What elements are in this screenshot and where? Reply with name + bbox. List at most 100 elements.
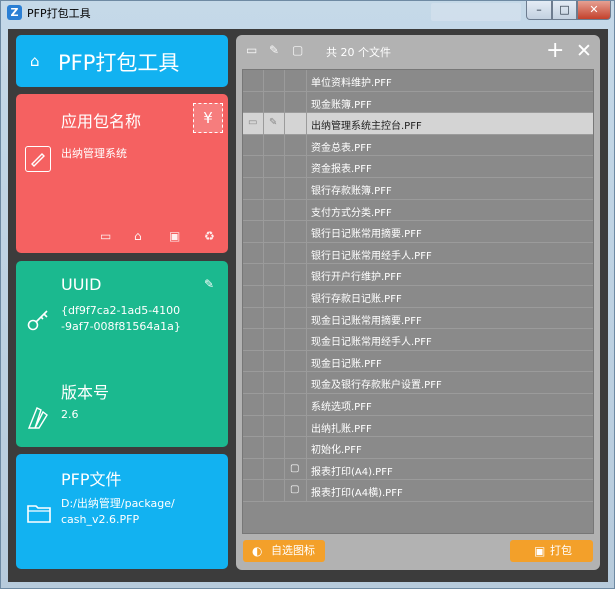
file-row[interactable]: 资金总表.PFF <box>243 134 593 157</box>
brush-cell[interactable]: ✎ <box>264 113 285 134</box>
box-cell[interactable] <box>285 70 307 91</box>
add-file-button[interactable]: + <box>546 38 564 63</box>
box-cell[interactable] <box>285 264 307 285</box>
brush-cell[interactable] <box>264 350 285 372</box>
box-cell[interactable] <box>285 242 307 264</box>
file-row[interactable]: ▭ ✎ 出纳管理系统主控台.PFF <box>243 113 593 135</box>
file-row[interactable]: 支付方式分类.PFF <box>243 199 593 222</box>
title-bar[interactable]: Z PFP打包工具 – □ ✕ <box>1 1 614 23</box>
brush-cell[interactable] <box>264 242 285 264</box>
box-cell[interactable] <box>285 329 307 350</box>
box-cell[interactable] <box>285 156 307 177</box>
brush-cell[interactable] <box>264 199 285 221</box>
brush-cell[interactable] <box>264 437 285 458</box>
box-cell[interactable] <box>285 199 307 221</box>
file-row[interactable]: 现金账簿.PFF <box>243 91 593 114</box>
brush-cell[interactable] <box>264 156 285 177</box>
box-cell[interactable] <box>285 91 307 113</box>
box-cell[interactable] <box>285 350 307 372</box>
file-row[interactable]: 银行开户行维护.PFF <box>243 264 593 286</box>
file-row[interactable]: 出纳扎账.PFF <box>243 415 593 438</box>
file-row[interactable]: 资金报表.PFF <box>243 156 593 178</box>
edit-uuid-icon[interactable]: ✎ <box>204 277 214 291</box>
pfp-path-line2[interactable]: cash_v2.6.PFP <box>61 512 139 528</box>
new-file-icon[interactable]: ▭ <box>100 229 111 243</box>
monitor-cell[interactable] <box>243 177 264 199</box>
box-cell[interactable]: ▢ <box>285 458 307 480</box>
file-row[interactable]: 银行日记账常用摘要.PFF <box>243 221 593 243</box>
monitor-cell[interactable] <box>243 156 264 177</box>
box-cell[interactable]: ▢ <box>285 480 307 501</box>
box-icon[interactable]: ▢ <box>292 43 303 57</box>
monitor-cell[interactable] <box>243 91 264 113</box>
file-row[interactable]: 系统选项.PFF <box>243 393 593 416</box>
brush-cell[interactable] <box>264 285 285 307</box>
file-row[interactable]: ▢ 报表打印(A4横).PFF <box>243 480 593 502</box>
file-row[interactable]: 现金日记账常用经手人.PFF <box>243 329 593 351</box>
brush-icon[interactable]: ✎ <box>269 43 279 57</box>
brush-cell[interactable] <box>264 372 285 393</box>
app-name-value[interactable]: 出纳管理系统 <box>61 146 127 162</box>
choose-icon-button[interactable]: ◐ 自选图标 <box>243 540 325 562</box>
version-value[interactable]: 2.6 <box>61 407 79 423</box>
brush-cell[interactable] <box>264 221 285 242</box>
monitor-cell[interactable] <box>243 437 264 458</box>
brush-cell[interactable] <box>264 480 285 501</box>
brush-cell[interactable] <box>264 264 285 285</box>
pfp-path-line1[interactable]: D:/出纳管理/package/ <box>61 496 175 512</box>
brush-cell[interactable] <box>264 415 285 437</box>
file-row[interactable]: ▢ 报表打印(A4).PFF <box>243 458 593 481</box>
box-cell[interactable] <box>285 393 307 415</box>
monitor-cell[interactable] <box>243 480 264 501</box>
monitor-cell[interactable] <box>243 199 264 221</box>
box-cell[interactable] <box>285 221 307 242</box>
monitor-cell[interactable] <box>243 221 264 242</box>
monitor-cell[interactable] <box>243 393 264 415</box>
brush-cell[interactable] <box>264 307 285 329</box>
monitor-cell[interactable] <box>243 458 264 480</box>
monitor-cell[interactable] <box>243 134 264 156</box>
brush-cell[interactable] <box>264 134 285 156</box>
trash-icon[interactable]: ♻ <box>204 229 215 243</box>
file-row[interactable]: 单位资料维护.PFF <box>243 70 593 92</box>
box-cell[interactable] <box>285 134 307 156</box>
brush-cell[interactable] <box>264 329 285 350</box>
box-cell[interactable] <box>285 415 307 437</box>
file-row[interactable]: 银行存款日记账.PFF <box>243 285 593 308</box>
box-cell[interactable] <box>285 437 307 458</box>
brush-cell[interactable] <box>264 177 285 199</box>
box-cell[interactable] <box>285 113 307 134</box>
brush-cell[interactable] <box>264 91 285 113</box>
file-row[interactable]: 现金日记账.PFF <box>243 350 593 373</box>
monitor-cell[interactable] <box>243 264 264 285</box>
open-folder-icon[interactable]: ⌂ <box>134 229 142 243</box>
box-cell[interactable] <box>285 372 307 393</box>
remove-file-button[interactable]: ✕ <box>576 40 592 62</box>
app-bag-icon[interactable]: ¥ <box>193 103 223 133</box>
monitor-cell[interactable] <box>243 329 264 350</box>
close-button[interactable]: ✕ <box>577 1 611 20</box>
monitor-cell[interactable] <box>243 415 264 437</box>
monitor-cell[interactable] <box>243 372 264 393</box>
box-cell[interactable] <box>285 177 307 199</box>
file-row[interactable]: 银行存款账簿.PFF <box>243 177 593 200</box>
monitor-cell[interactable] <box>243 242 264 264</box>
monitor-cell[interactable] <box>243 307 264 329</box>
monitor-cell[interactable]: ▭ <box>243 113 264 134</box>
monitor-cell[interactable] <box>243 350 264 372</box>
maximize-button[interactable]: □ <box>552 1 577 20</box>
file-row[interactable]: 银行日记账常用经手人.PFF <box>243 242 593 265</box>
box-cell[interactable] <box>285 307 307 329</box>
brush-cell[interactable] <box>264 70 285 91</box>
monitor-icon[interactable]: ▭ <box>246 43 257 57</box>
file-row[interactable]: 初始化.PFF <box>243 437 593 459</box>
file-row[interactable]: 现金及银行存款账户设置.PFF <box>243 372 593 394</box>
monitor-cell[interactable] <box>243 285 264 307</box>
box-cell[interactable] <box>285 285 307 307</box>
monitor-cell[interactable] <box>243 70 264 91</box>
file-row[interactable]: 现金日记账常用摘要.PFF <box>243 307 593 330</box>
brush-cell[interactable] <box>264 458 285 480</box>
pack-button[interactable]: ▣ 打包 <box>510 540 593 562</box>
file-list[interactable]: 单位资料维护.PFF 现金账簿.PFF ▭ ✎ 出纳管理系统主控台.PFF 资金总表.PF… <box>242 69 594 534</box>
save-icon[interactable]: ▣ <box>169 229 180 243</box>
